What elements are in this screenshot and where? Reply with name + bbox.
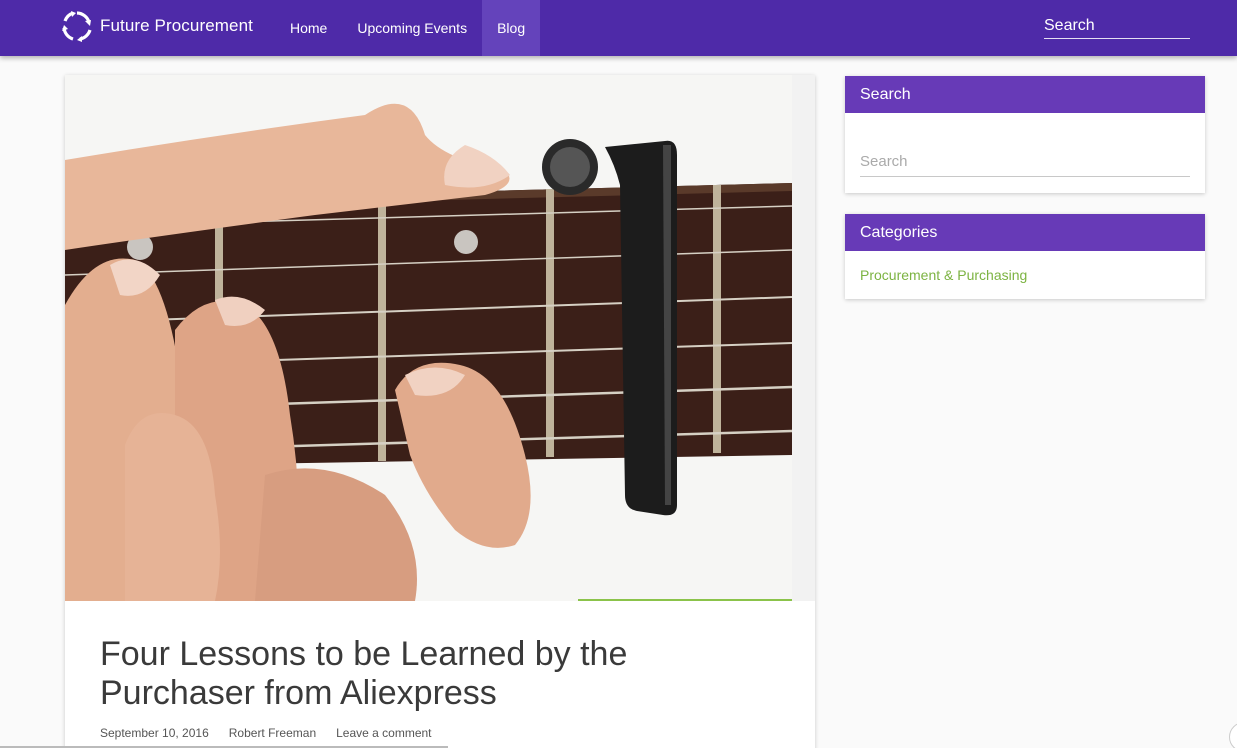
category-link-procurement[interactable]: Procurement & Purchasing bbox=[860, 267, 1027, 283]
nav-item-upcoming-events[interactable]: Upcoming Events bbox=[342, 0, 482, 56]
search-widget-title: Search bbox=[845, 76, 1205, 113]
brand-name: Future Procurement bbox=[100, 16, 253, 35]
search-widget: Search bbox=[845, 76, 1205, 193]
categories-widget: Categories Procurement & Purchasing bbox=[845, 214, 1205, 299]
post-author-link[interactable]: Robert Freeman bbox=[229, 726, 316, 740]
sidebar-search-field bbox=[860, 147, 1190, 177]
nav-search-wrapper bbox=[1044, 14, 1190, 39]
nav-search-input[interactable] bbox=[1044, 14, 1190, 38]
post-date: September 10, 2016 bbox=[100, 726, 209, 740]
nav-item-blog[interactable]: Blog bbox=[482, 0, 541, 56]
post-title[interactable]: Four Lessons to be Learned by the Purcha… bbox=[100, 635, 740, 713]
main-nav: Home Upcoming Events Blog bbox=[275, 0, 541, 56]
sidebar-search-input[interactable] bbox=[860, 147, 1190, 175]
image-side-strip bbox=[792, 75, 815, 601]
top-navbar: Future Procurement Home Upcoming Events … bbox=[0, 0, 1237, 56]
scroll-to-top-button[interactable] bbox=[1229, 722, 1237, 748]
image-accent-line bbox=[578, 599, 792, 601]
post-featured-image[interactable] bbox=[65, 75, 792, 601]
post-meta: September 10, 2016 Robert Freeman Leave … bbox=[100, 726, 432, 740]
post-card: Four Lessons to be Learned by the Purcha… bbox=[65, 75, 815, 748]
rotating-arrows-logo-icon bbox=[62, 11, 92, 42]
categories-widget-title: Categories bbox=[845, 214, 1205, 251]
nav-item-home[interactable]: Home bbox=[275, 0, 342, 56]
brand-link[interactable]: Future Procurement bbox=[60, 6, 253, 46]
leave-comment-link[interactable]: Leave a comment bbox=[336, 726, 431, 740]
